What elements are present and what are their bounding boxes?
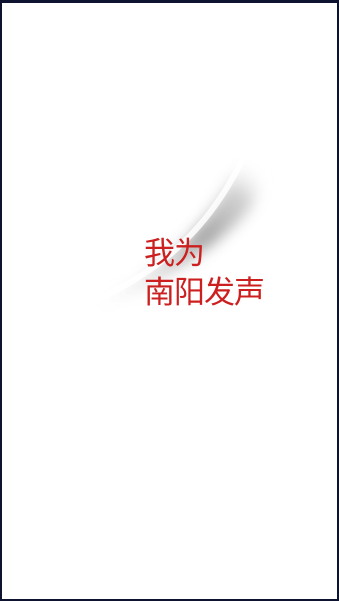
splash-screen: 我为 南阳发声: [2, 3, 337, 599]
slogan-line-2: 南阳发声: [144, 275, 265, 311]
slogan-text: 我为 南阳发声: [144, 235, 265, 313]
slogan-line-1: 我为: [144, 236, 205, 272]
